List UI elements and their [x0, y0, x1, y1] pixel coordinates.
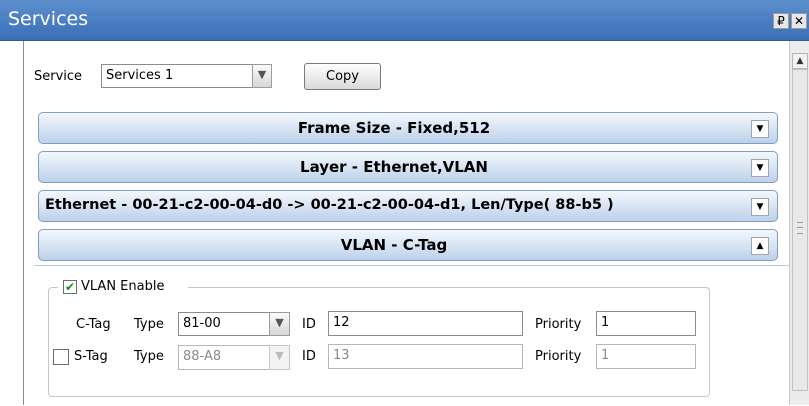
ctag-label: C-Tag [76, 317, 111, 332]
stag-checkbox[interactable] [53, 349, 69, 365]
expand-arrow-icon[interactable]: ▼ [751, 159, 769, 177]
copy-button[interactable]: Copy [304, 63, 381, 90]
section-layer[interactable]: Layer - Ethernet,VLAN ▼ [38, 151, 778, 183]
vlan-group-box [48, 287, 710, 397]
ctag-priority-input[interactable]: 1 [596, 311, 696, 336]
stag-priority-input[interactable]: 1 [596, 344, 696, 369]
scrollbar-grip-icon [797, 222, 803, 234]
stag-type-label: Type [134, 349, 164, 364]
section-title: Frame Size - Fixed,512 [297, 119, 491, 137]
stag-priority-label: Priority [535, 349, 582, 364]
service-label: Service [34, 69, 83, 84]
section-ethernet[interactable]: Ethernet - 00-21-c2-00-04-d0 -> 00-21-c2… [38, 190, 778, 222]
collapse-arrow-icon[interactable]: ▲ [751, 237, 769, 255]
section-vlan[interactable]: VLAN - C-Tag ▲ [38, 229, 778, 261]
window-title: Services [8, 8, 89, 30]
close-icon[interactable]: ✕ [791, 13, 807, 29]
stag-id-input[interactable]: 13 [328, 344, 523, 369]
ctag-id-label: ID [302, 317, 316, 332]
section-frame-size[interactable]: Frame Size - Fixed,512 ▼ [38, 112, 778, 144]
expand-arrow-icon[interactable]: ▼ [751, 198, 769, 216]
ctag-type-chevron-icon[interactable]: ▼ [269, 312, 290, 336]
section-title: Ethernet - 00-21-c2-00-04-d0 -> 00-21-c2… [45, 197, 614, 213]
ctag-priority-label: Priority [535, 317, 582, 332]
scroll-up-icon[interactable]: ▲ [792, 53, 808, 69]
expand-arrow-icon[interactable]: ▼ [751, 120, 769, 138]
vlan-enable-checkbox[interactable]: ✔ [63, 280, 77, 294]
vlan-enable-label: VLAN Enable [81, 279, 165, 294]
ctag-type-select[interactable]: 81-00 [178, 312, 270, 336]
ctag-type-label: Type [134, 317, 164, 332]
service-dropdown-chevron-icon[interactable]: ▼ [252, 64, 272, 88]
stag-type-select[interactable]: 88-A8 [178, 345, 270, 370]
section-title: Layer - Ethernet,VLAN [300, 158, 488, 176]
stag-type-chevron-icon[interactable]: ▼ [269, 345, 290, 370]
stag-id-label: ID [302, 349, 316, 364]
service-select[interactable]: Services 1 [101, 64, 253, 88]
stag-label: S-Tag [74, 349, 108, 364]
section-title: VLAN - C-Tag [340, 236, 448, 254]
scrollbar-grip-line [797, 227, 803, 228]
ctag-id-input[interactable]: 12 [328, 311, 523, 336]
window-titlebar [0, 0, 809, 41]
pin-icon[interactable]: ₽ [773, 13, 789, 29]
